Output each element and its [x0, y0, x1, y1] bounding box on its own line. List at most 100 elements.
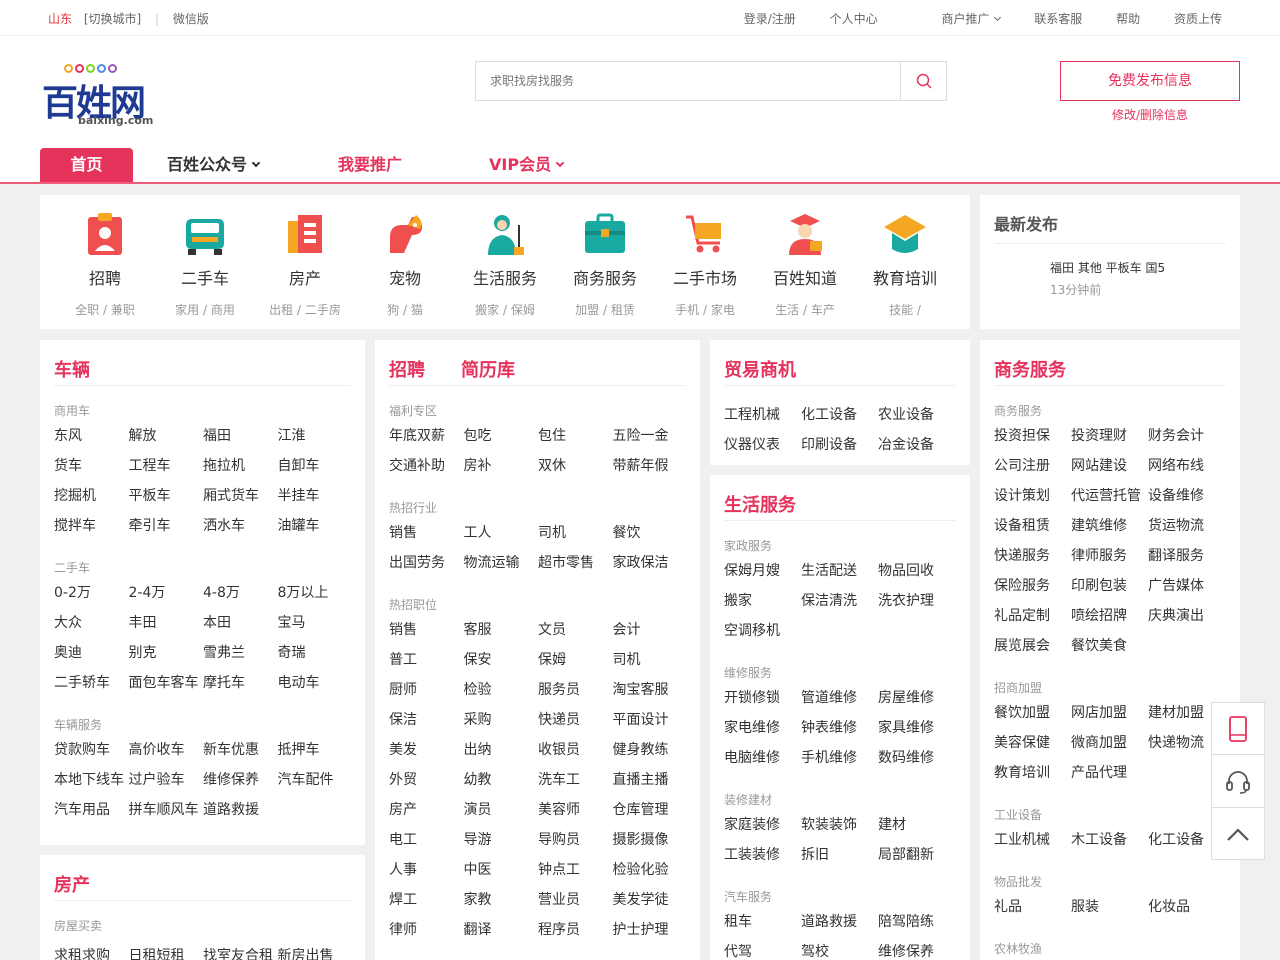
category-education[interactable]: 教育培训 技能 / — [855, 211, 955, 318]
card-title[interactable]: 商务服务 — [994, 356, 1066, 382]
category-link[interactable]: 导游 — [464, 829, 492, 849]
category-link[interactable]: 保姆 — [538, 649, 566, 669]
current-city[interactable]: 山东 — [48, 12, 72, 26]
category-link[interactable]: 演员 — [464, 799, 492, 819]
category-link[interactable]: 拼车顺风车 — [129, 799, 199, 819]
category-link[interactable]: 年底双薪 — [389, 425, 445, 445]
category-link[interactable]: 客服 — [464, 619, 492, 639]
category-link[interactable]: 工人 — [464, 522, 492, 542]
nav-promote[interactable]: 我要推广 — [338, 148, 402, 182]
back-to-top-button[interactable] — [1212, 809, 1264, 861]
category-link[interactable]: 新车优惠 — [203, 739, 259, 759]
category-link[interactable]: 宝马 — [278, 612, 306, 632]
category-link[interactable]: 公司注册 — [994, 455, 1050, 475]
category-link[interactable]: 平面设计 — [613, 709, 669, 729]
category-link[interactable]: 五险一金 — [613, 425, 669, 445]
category-link[interactable]: 汽车用品 — [54, 799, 110, 819]
category-link[interactable]: 销售 — [389, 619, 417, 639]
card-title[interactable]: 招聘 — [389, 356, 425, 382]
category-link[interactable]: 印刷包装 — [1071, 575, 1127, 595]
category-link[interactable]: 保姆月嫂 — [724, 560, 780, 580]
category-link[interactable]: 美发学徒 — [613, 889, 669, 909]
category-link[interactable]: 洗车工 — [538, 769, 580, 789]
qualification-upload-link[interactable]: 资质上传 — [1174, 12, 1222, 26]
category-link[interactable]: 幼教 — [464, 769, 492, 789]
category-link[interactable]: 东风 — [54, 425, 82, 445]
category-link[interactable]: 喷绘招牌 — [1071, 605, 1127, 625]
category-link[interactable]: 包住 — [538, 425, 566, 445]
category-link[interactable]: 家教 — [464, 889, 492, 909]
category-link[interactable]: 福田 — [203, 425, 231, 445]
publish-button[interactable]: 免费发布信息 — [1060, 61, 1240, 101]
category-baixing-zhidao[interactable]: 百姓知道 生活 / 车产 — [755, 211, 855, 318]
category-link[interactable]: 财务会计 — [1148, 425, 1204, 445]
category-link[interactable]: 保洁 — [389, 709, 417, 729]
category-link[interactable]: 别克 — [129, 642, 157, 662]
modify-delete-link[interactable]: 修改/删除信息 — [1060, 106, 1240, 123]
category-link[interactable]: 木工设备 — [1071, 829, 1127, 849]
category-link[interactable]: 翻译 — [464, 919, 492, 939]
category-link[interactable]: 包吃 — [464, 425, 492, 445]
category-link[interactable]: 建材加盟 — [1148, 702, 1204, 722]
category-link[interactable]: 快递物流 — [1148, 732, 1204, 752]
category-link[interactable]: 半挂车 — [278, 485, 320, 505]
category-link[interactable]: 人事 — [389, 859, 417, 879]
category-link[interactable]: 电动车 — [278, 672, 320, 692]
category-link[interactable]: 驾校 — [801, 941, 829, 960]
category-link[interactable]: 维修保养 — [203, 769, 259, 789]
category-link[interactable]: 仪器仪表 — [724, 434, 780, 454]
category-link[interactable]: 律师服务 — [1071, 545, 1127, 565]
category-real-estate[interactable]: 房产 出租 / 二手房 — [255, 211, 355, 318]
user-center-link[interactable]: 个人中心 — [830, 12, 878, 26]
category-link[interactable]: 营业员 — [538, 889, 580, 909]
category-link[interactable]: 检验化验 — [613, 859, 669, 879]
category-link[interactable]: 带薪年假 — [613, 455, 669, 475]
category-link[interactable]: 餐饮 — [613, 522, 641, 542]
category-link[interactable]: 建筑维修 — [1071, 515, 1127, 535]
category-link[interactable]: 检验 — [464, 679, 492, 699]
category-link[interactable]: 投资理财 — [1071, 425, 1127, 445]
category-used-cars[interactable]: 二手车 家用 / 商用 — [155, 211, 255, 318]
category-link[interactable]: 物流运输 — [464, 552, 520, 572]
category-link[interactable]: 会计 — [613, 619, 641, 639]
category-link[interactable]: 设备维修 — [1148, 485, 1204, 505]
category-link[interactable]: 丰田 — [129, 612, 157, 632]
category-link[interactable]: 超市零售 — [538, 552, 594, 572]
contact-service-link[interactable]: 联系客服 — [1034, 12, 1082, 26]
category-link[interactable]: 律师 — [389, 919, 417, 939]
category-business-services[interactable]: 商务服务 加盟 / 租赁 — [555, 211, 655, 318]
category-link[interactable]: 贷款购车 — [54, 739, 110, 759]
category-link[interactable]: 过户验车 — [129, 769, 185, 789]
customer-service-button[interactable] — [1212, 756, 1264, 808]
category-link[interactable]: 保洁清洗 — [801, 590, 857, 610]
category-link[interactable]: 翻译服务 — [1148, 545, 1204, 565]
category-link[interactable]: 工程车 — [129, 455, 171, 475]
category-link[interactable]: 家政保洁 — [613, 552, 669, 572]
category-link[interactable]: 电脑维修 — [724, 747, 780, 767]
category-link[interactable]: 二手轿车 — [54, 672, 110, 692]
category-link[interactable]: 管道维修 — [801, 687, 857, 707]
category-link[interactable]: 礼品定制 — [994, 605, 1050, 625]
category-link[interactable]: 普工 — [389, 649, 417, 669]
category-link[interactable]: 家庭装修 — [724, 814, 780, 834]
category-link[interactable]: 工程机械 — [724, 404, 780, 424]
category-link[interactable]: 陪驾陪练 — [878, 911, 934, 931]
category-link[interactable]: 房屋维修 — [878, 687, 934, 707]
category-link[interactable]: 工业机械 — [994, 829, 1050, 849]
category-link[interactable]: 本地下线车 — [54, 769, 124, 789]
nav-vip[interactable]: VIP会员 — [489, 148, 565, 182]
category-link[interactable]: 程序员 — [538, 919, 580, 939]
category-link[interactable]: 数码维修 — [878, 747, 934, 767]
category-link[interactable]: 生活配送 — [801, 560, 857, 580]
category-link[interactable]: 建材 — [878, 814, 906, 834]
category-link[interactable]: 代驾 — [724, 941, 752, 960]
category-link[interactable]: 网站建设 — [1071, 455, 1127, 475]
category-link[interactable]: 自卸车 — [278, 455, 320, 475]
category-link[interactable]: 工装装修 — [724, 844, 780, 864]
help-link[interactable]: 帮助 — [1116, 12, 1140, 26]
category-link[interactable]: 产品代理 — [1071, 762, 1127, 782]
category-link[interactable]: 服务员 — [538, 679, 580, 699]
category-link[interactable]: 房补 — [464, 455, 492, 475]
category-link[interactable]: 牵引车 — [129, 515, 171, 535]
category-link[interactable]: 护士护理 — [613, 919, 669, 939]
